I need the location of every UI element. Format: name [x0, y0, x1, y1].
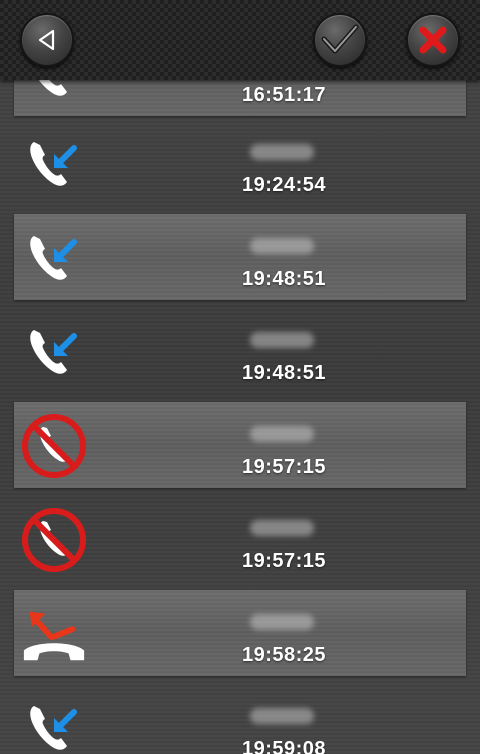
incoming-call-icon [20, 224, 88, 292]
list-item[interactable]: 19:57:15 [14, 402, 466, 488]
contact-name-blurred [250, 332, 314, 348]
call-list[interactable]: 16:51:17 19:24:54 19:48:51 19:48:51 19:5… [0, 0, 480, 754]
call-log-screen: 16:51:17 19:24:54 19:48:51 19:48:51 19:5… [0, 0, 480, 754]
close-x-icon [419, 26, 447, 54]
contact-name-blurred [250, 144, 314, 160]
call-time: 19:48:51 [241, 268, 327, 290]
call-time: 19:48:51 [241, 362, 327, 384]
call-time: 19:57:15 [241, 456, 327, 478]
call-time: 19:57:15 [241, 550, 327, 572]
incoming-call-icon [20, 694, 88, 754]
checkmark-icon [321, 24, 359, 54]
back-button[interactable] [20, 13, 74, 67]
list-item[interactable]: 19:58:25 [14, 590, 466, 676]
incoming-call-icon [20, 130, 88, 198]
outgoing-call-icon [20, 600, 88, 668]
contact-name-blurred [250, 426, 314, 442]
blocked-call-icon [20, 506, 88, 574]
list-item[interactable]: 19:57:15 [14, 496, 466, 582]
top-toolbar [0, 0, 480, 80]
blocked-call-icon [20, 412, 88, 480]
close-button[interactable] [406, 13, 460, 67]
contact-name-blurred [250, 708, 314, 724]
call-time: 19:59:08 [241, 738, 327, 754]
contact-name-blurred [250, 520, 314, 536]
list-item[interactable]: 19:59:08 [14, 684, 466, 754]
incoming-call-icon [20, 318, 88, 386]
contact-name-blurred [250, 238, 314, 254]
contact-name-blurred [250, 614, 314, 630]
back-triangle-icon [38, 29, 55, 51]
call-time: 19:24:54 [241, 174, 327, 196]
call-time: 19:58:25 [241, 644, 327, 666]
list-item[interactable]: 19:48:51 [14, 308, 466, 394]
list-item[interactable]: 19:48:51 [14, 214, 466, 300]
confirm-button[interactable] [313, 13, 367, 67]
call-time: 16:51:17 [241, 84, 327, 106]
list-item[interactable]: 19:24:54 [14, 120, 466, 206]
